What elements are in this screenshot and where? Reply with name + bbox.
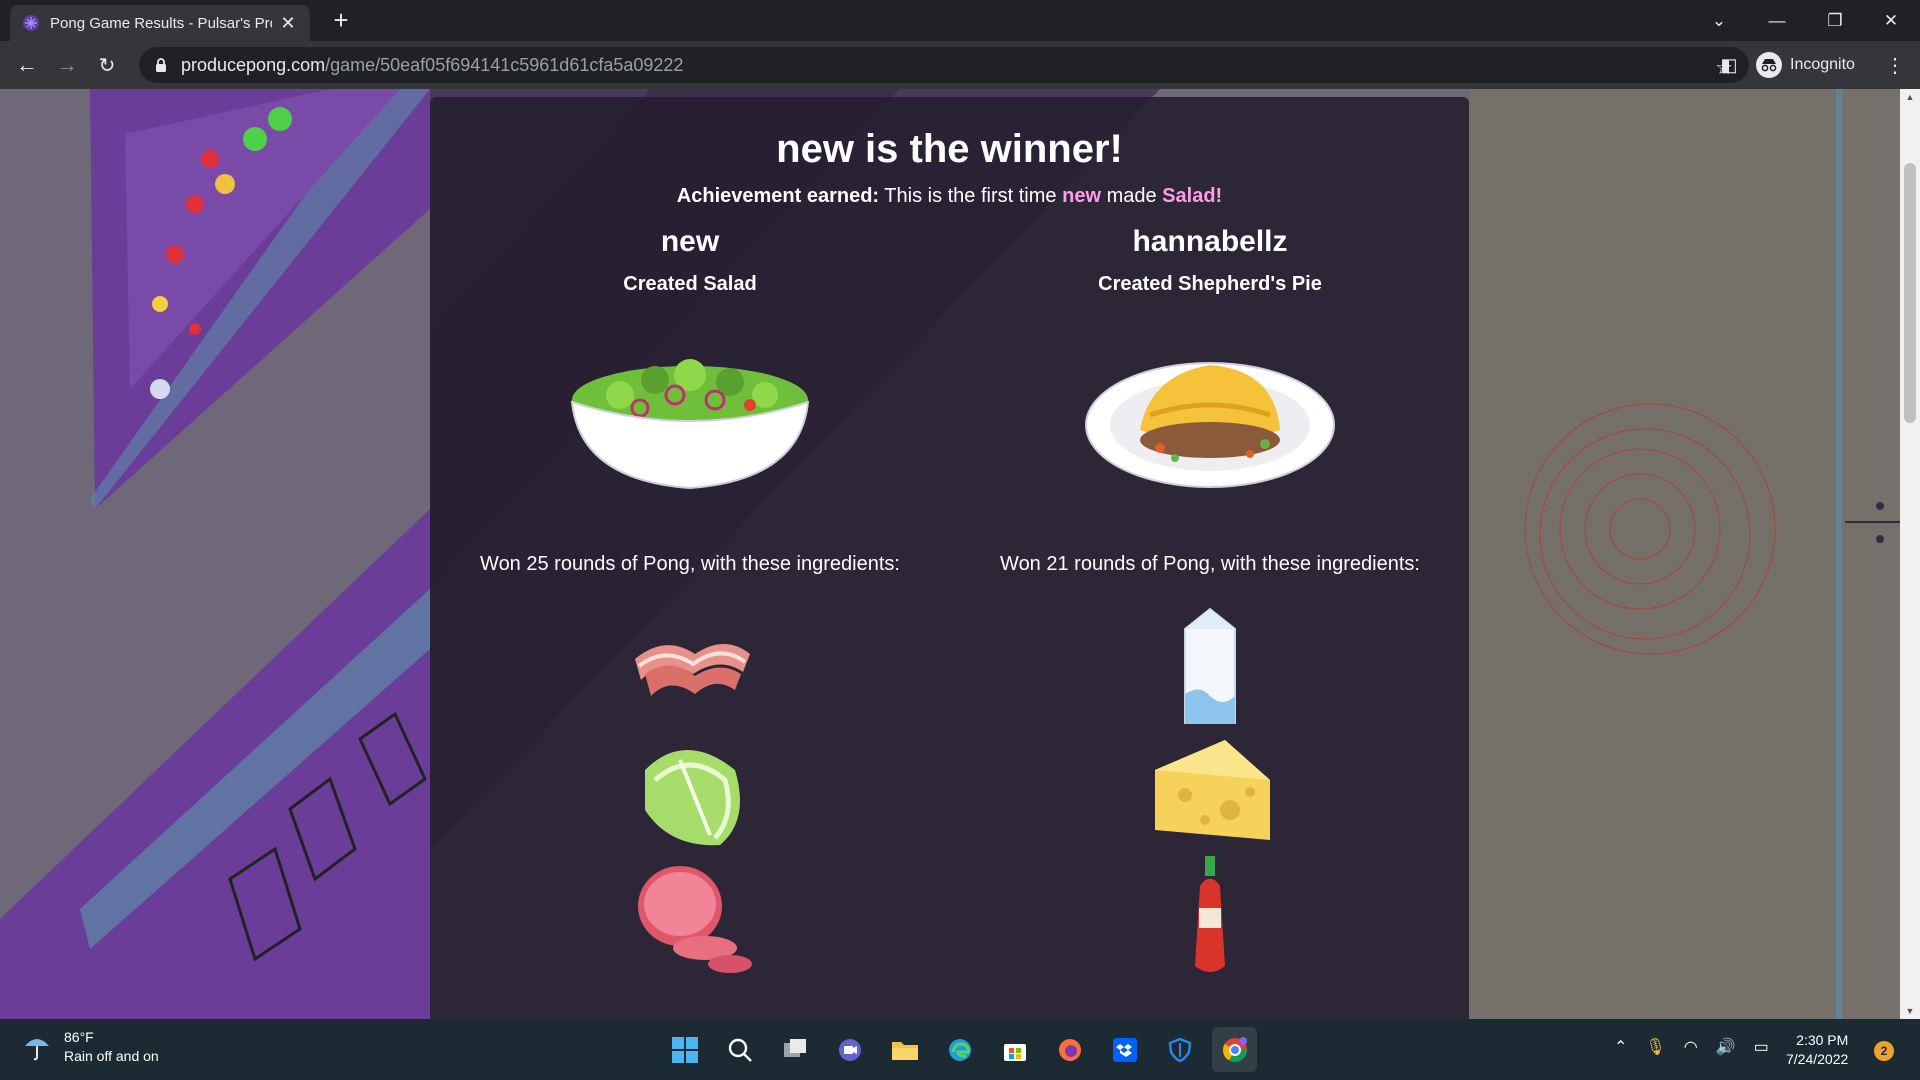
address-bar[interactable]: producepong.com/game/50eaf05f694141c5961… (139, 47, 1749, 83)
teams-chat-icon[interactable] (827, 1027, 872, 1072)
wifi-icon[interactable]: ◠ (1684, 1037, 1698, 1057)
microsoft-store-icon[interactable] (992, 1027, 1037, 1072)
page-viewport: new is the winner! Achievement earned: T… (0, 89, 1920, 1019)
chevron-up-icon[interactable]: ⌃ (1614, 1037, 1627, 1057)
lock-icon (156, 58, 166, 72)
milk-carton-icon (1184, 607, 1236, 724)
achievement-text-after: ! (1215, 185, 1223, 207)
player-created-dish: Created Salad (623, 273, 757, 295)
reload-button[interactable]: ↻ (92, 50, 122, 80)
browser-toolbar: ← → ↻ producepong.com/game/50eaf05f69414… (0, 41, 1920, 89)
player-rounds-text: Won 25 rounds of Pong, with these ingred… (480, 553, 900, 575)
achievement-line: Achievement earned: This is the first ti… (430, 185, 1469, 208)
close-window-button[interactable]: ✕ (1862, 0, 1920, 41)
taskbar-apps (662, 1027, 1257, 1072)
notification-badge[interactable]: 2 (1874, 1041, 1894, 1061)
system-tray: ⌃ 🎙 ◠ 🔊 ▭ (1614, 1037, 1769, 1057)
windows-taskbar: 86°F Rain off and on ⌃ 🎙 ◠ 🔊 ▭ 2:30 PM 7… (0, 1019, 1920, 1080)
player-created-dish: Created Shepherd's Pie (1098, 273, 1322, 295)
search-icon[interactable] (717, 1027, 762, 1072)
microphone-icon[interactable]: 🎙 (1645, 1037, 1665, 1057)
player-rounds-text: Won 21 rounds of Pong, with these ingred… (1000, 553, 1420, 575)
achievement-text-middle: made (1106, 185, 1157, 207)
lettuce-icon (645, 750, 740, 846)
minimize-button[interactable]: — (1748, 0, 1806, 41)
battery-icon[interactable]: ▭ (1754, 1037, 1769, 1057)
scroll-down-arrow-icon[interactable]: ▼ (1904, 1006, 1916, 1016)
incognito-icon (1756, 52, 1782, 78)
player-name: new (660, 225, 720, 258)
hot-sauce-icon (1195, 856, 1225, 972)
weather-temperature: 86°F (64, 1029, 94, 1045)
clock-date: 7/24/2022 (1786, 1051, 1849, 1067)
page-scrollbar[interactable]: ▲ ▼ (1900, 89, 1920, 1019)
incognito-indicator[interactable]: Incognito (1756, 48, 1855, 82)
player-card-hannabellz: hannabellz Created Shepherd's Pie Won 21… (950, 225, 1470, 976)
cheese-icon (1155, 740, 1270, 840)
chrome-icon[interactable] (1212, 1027, 1257, 1072)
weather-widget[interactable]: 86°F Rain off and on (22, 1029, 159, 1064)
taskbar-clock[interactable]: 2:30 PM 7/24/2022 (1786, 1031, 1848, 1069)
results-panel: new is the winner! Achievement earned: T… (430, 97, 1469, 1019)
ingredient-list (950, 604, 1470, 976)
site-favicon-icon (23, 15, 39, 31)
salad-bowl-icon (570, 359, 810, 490)
scrollbar-thumb[interactable] (1904, 163, 1916, 423)
file-explorer-icon[interactable] (882, 1027, 927, 1072)
task-view-icon[interactable] (772, 1027, 817, 1072)
url-host: producepong.com (181, 54, 326, 75)
new-tab-button[interactable]: + (326, 6, 356, 36)
ingredient-list (430, 604, 950, 976)
browser-tab-bar: Pong Game Results - Pulsar's Pro ✕ + ⌄ —… (0, 0, 1920, 41)
ham-icon (638, 866, 752, 973)
player-card-new: new Created Salad Won 25 rounds of Pong,… (430, 225, 950, 976)
achievement-dish: Salad (1162, 185, 1216, 207)
volume-icon[interactable]: 🔊 (1716, 1037, 1736, 1057)
achievement-player: new (1062, 185, 1102, 207)
weather-description: Rain off and on (64, 1048, 159, 1064)
close-tab-icon[interactable]: ✕ (278, 13, 298, 34)
winner-heading: new is the winner! (776, 127, 1123, 171)
windows-start-icon[interactable] (662, 1027, 707, 1072)
menu-kebab-icon[interactable]: ⋮ (1880, 50, 1910, 80)
incognito-label: Incognito (1790, 56, 1855, 73)
scroll-up-arrow-icon[interactable]: ▲ (1904, 92, 1916, 102)
browser-tab[interactable]: Pong Game Results - Pulsar's Pro ✕ (10, 5, 310, 41)
dropbox-icon[interactable] (1102, 1027, 1147, 1072)
achievement-text-before: This is the first time (884, 185, 1057, 207)
achievement-label: Achievement earned: (676, 185, 880, 207)
restore-button[interactable]: ❐ (1806, 0, 1864, 41)
url-path: /game/50eaf05f694141c5961d61cfa5a09222 (325, 54, 684, 75)
edge-browser-icon[interactable] (937, 1027, 982, 1072)
firefox-icon[interactable] (1047, 1027, 1092, 1072)
bacon-icon (635, 644, 750, 696)
player-name: hannabellz (1132, 225, 1288, 258)
defender-shield-icon[interactable] (1157, 1027, 1202, 1072)
shepherds-pie-icon (1085, 362, 1335, 488)
tab-title: Pong Game Results - Pulsar's Pro (50, 14, 272, 32)
back-button[interactable]: ← (12, 50, 42, 80)
umbrella-rain-icon (25, 1038, 49, 1060)
forward-button[interactable]: → (52, 50, 82, 80)
tab-search-icon[interactable]: ⌄ (1690, 0, 1748, 41)
clock-time: 2:30 PM (1796, 1032, 1849, 1048)
side-panel-icon[interactable]: ◧ (1714, 50, 1744, 80)
